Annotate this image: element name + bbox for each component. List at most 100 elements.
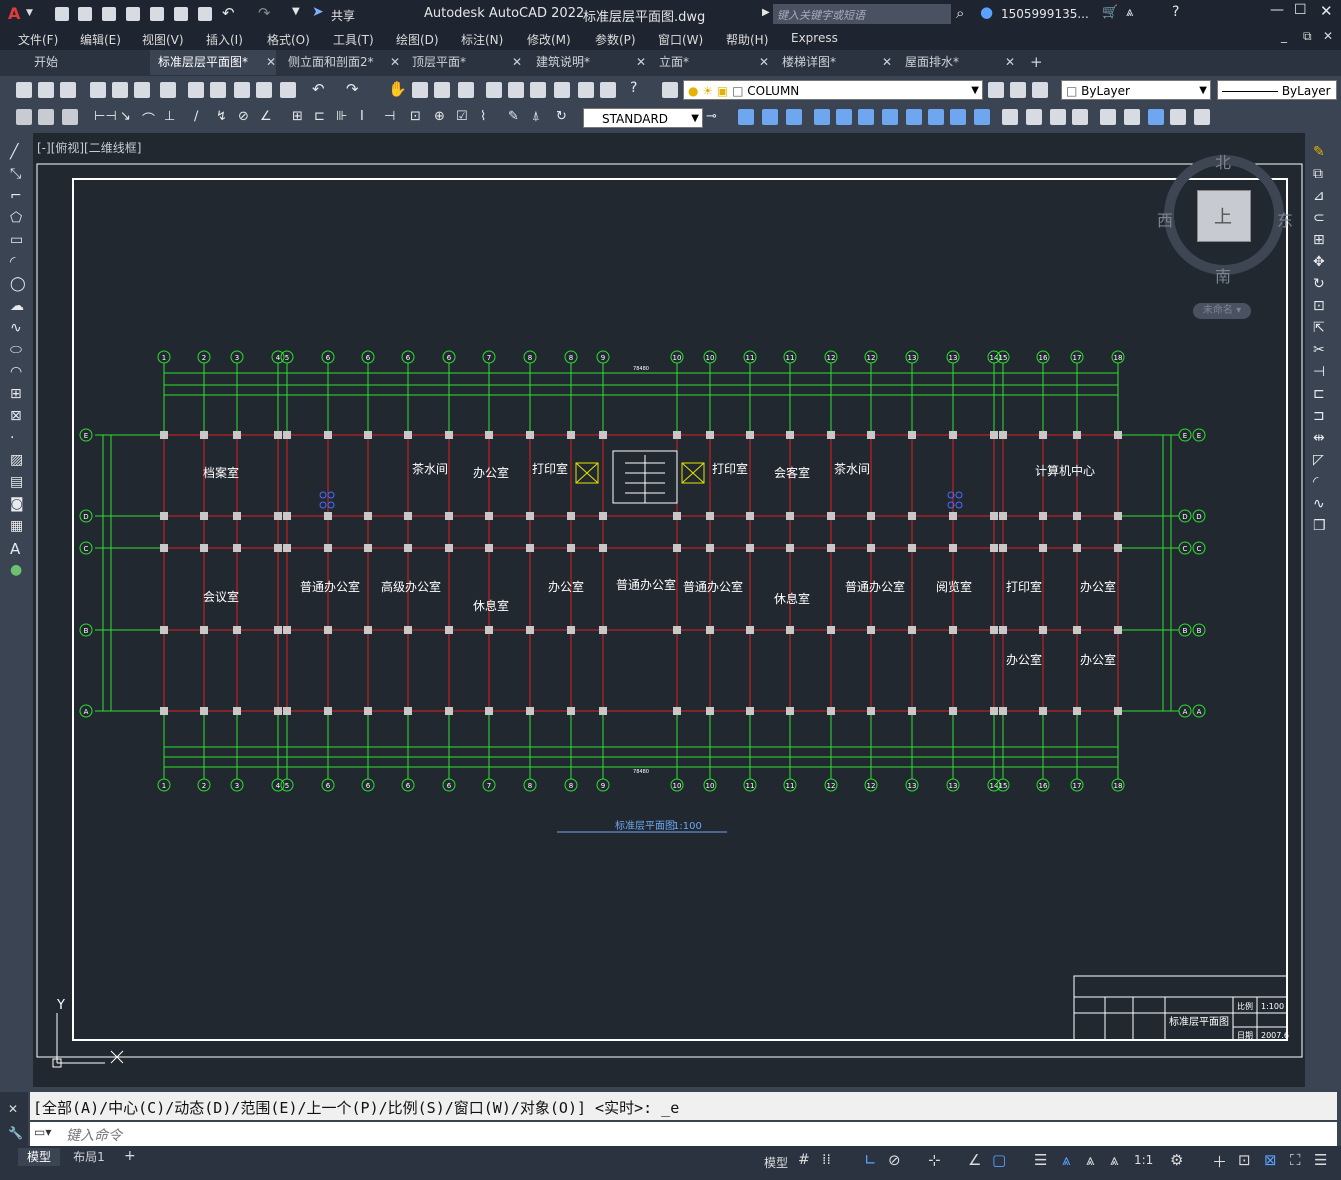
save-web-icon[interactable] [174, 7, 188, 21]
union-icon[interactable] [738, 109, 754, 125]
publish-icon[interactable] [134, 82, 150, 98]
grid-icon[interactable]: # [798, 1152, 810, 1168]
ellipse-arc-icon[interactable]: ◠ [10, 364, 22, 380]
menu-tools[interactable]: 工具(T) [333, 31, 374, 48]
model-space-button[interactable]: 模型 [764, 1154, 788, 1171]
help-icon[interactable]: ? [630, 80, 637, 96]
polyline-icon[interactable]: ⌐ [10, 188, 22, 204]
dim-aligned-tool-icon[interactable]: ↘ [120, 109, 131, 124]
region-icon[interactable]: ◙ [10, 496, 24, 512]
undo-icon[interactable]: ↶ [312, 80, 325, 98]
copy-edges-icon[interactable] [1002, 109, 1018, 125]
add-layout-icon[interactable]: + [124, 1148, 136, 1164]
quick-properties-icon[interactable]: ⊠ [1264, 1151, 1277, 1169]
tab-close-icon[interactable]: ✕ [1005, 50, 1015, 75]
layout-tab-model[interactable]: 模型 [18, 1148, 60, 1166]
ortho-icon[interactable]: ∟ [864, 1151, 877, 1169]
zoom-previous-icon[interactable] [458, 82, 474, 98]
isodraft-icon[interactable]: ⊹ [928, 1151, 941, 1169]
calculator-icon[interactable] [600, 82, 616, 98]
jogged-linear-icon[interactable]: ⌇ [480, 109, 486, 124]
zoom-realtime-icon[interactable] [412, 82, 428, 98]
inspection-icon[interactable]: ☑ [456, 109, 468, 124]
user-name[interactable]: 1505999135... [1001, 7, 1089, 21]
pan-icon[interactable]: ✋ [388, 80, 407, 98]
rotate-faces-icon[interactable] [906, 109, 922, 125]
customize-command-icon[interactable]: 🔧 [8, 1126, 23, 1140]
stretch-icon[interactable]: ⇱ [1313, 320, 1325, 336]
spline-icon[interactable]: ∿ [10, 320, 22, 336]
tab-roof-drainage[interactable]: 屋面排水* ✕ [897, 50, 1015, 75]
polar-icon[interactable]: ⊘ [888, 1151, 901, 1169]
drawing-viewport[interactable]: [-][俯视][二维线框] 78480 78480 112233445566666… [33, 133, 1305, 1087]
tab-start[interactable]: 开始 [26, 50, 144, 75]
dim-ordinate-icon[interactable]: ⊥ [164, 109, 175, 124]
color-select[interactable]: □ ByLayer ▼ [1061, 80, 1211, 100]
tab-close-icon[interactable]: ✕ [759, 50, 769, 75]
customize-qat-icon[interactable]: ▼ [292, 6, 300, 17]
plot-icon[interactable] [90, 82, 106, 98]
plot-preview-icon[interactable] [112, 82, 128, 98]
search-icon[interactable]: ⌕ [956, 4, 964, 22]
clean-screen-icon[interactable]: ⛶ [1290, 1151, 1301, 1169]
explode-icon[interactable]: ❒ [1313, 518, 1326, 534]
rectangle-icon[interactable]: ▭ [10, 232, 23, 248]
lightbulb-icon[interactable]: ● [688, 84, 698, 98]
wcs-menu[interactable]: 未命名 ▾ [1193, 303, 1251, 319]
erase-icon[interactable]: ✎ [1313, 144, 1325, 160]
separate-icon[interactable] [1100, 109, 1116, 125]
dim-continue-icon[interactable]: ⊪ [336, 109, 347, 124]
join-icon[interactable]: ⇹ [1313, 430, 1325, 446]
open-icon[interactable] [38, 82, 54, 98]
menu-express[interactable]: Express [791, 31, 838, 45]
dim-break-icon[interactable]: ⊣ [384, 109, 395, 124]
redo-icon[interactable]: ↷ [258, 4, 271, 22]
hatch-icon[interactable]: ▨ [10, 452, 23, 468]
floor-plan-canvas[interactable]: 7848078480 11223344556666666677888899101… [33, 133, 1305, 1087]
scale-icon[interactable]: ⊡ [1313, 298, 1325, 314]
text-style-select[interactable]: STANDARD ▼ [583, 108, 703, 128]
dim-aligned-icon[interactable] [62, 109, 78, 125]
help-icon[interactable]: ? [1172, 4, 1179, 20]
sheet-set-icon[interactable] [554, 82, 570, 98]
center-mark-icon[interactable]: ⊕ [434, 109, 445, 124]
user-icon[interactable]: ● [980, 3, 993, 21]
auto-scale-icon[interactable]: ⩓ [1086, 1151, 1094, 1169]
design-center-icon[interactable] [508, 82, 524, 98]
delete-faces-icon[interactable] [882, 109, 898, 125]
paste-icon[interactable] [234, 82, 250, 98]
menu-draw[interactable]: 绘图(D) [396, 31, 439, 48]
break-icon[interactable]: ⊐ [1313, 408, 1325, 424]
object-snap-icon[interactable]: ▢ [992, 1151, 1006, 1169]
units-icon[interactable]: ⊡ [1238, 1151, 1251, 1169]
menu-dimension[interactable]: 标注(N) [461, 31, 503, 48]
make-current-layer-icon[interactable] [988, 82, 1004, 98]
doc-close-icon[interactable]: ✕ [1323, 29, 1333, 43]
viewcube-east[interactable]: 东 [1277, 207, 1293, 231]
tab-stair-detail[interactable]: 楼梯详图* ✕ [774, 50, 892, 75]
move-faces-icon[interactable] [836, 109, 852, 125]
dim-baseline-icon[interactable]: ⊏ [314, 109, 325, 124]
dim-angular-icon[interactable]: ∠ [260, 109, 272, 124]
command-prompt-icon[interactable]: ▭▾ [34, 1125, 51, 1139]
layer-select[interactable]: ● ☀ ▣ □ COLUMN ▼ [683, 80, 983, 100]
extrude-faces-icon[interactable] [814, 109, 830, 125]
arc-icon[interactable]: ◜ [10, 254, 15, 270]
open-icon[interactable] [78, 7, 92, 21]
workspace-gear-icon[interactable]: ⚙ [1170, 1151, 1183, 1169]
menu-file[interactable]: 文件(F) [18, 31, 58, 48]
annotation-monitor-icon[interactable]: ＋ [1212, 1151, 1227, 1172]
lock-icon[interactable]: ▣ [717, 84, 728, 98]
revision-cloud-icon[interactable]: ☁ [10, 298, 24, 314]
imprint-icon[interactable] [1050, 109, 1066, 125]
dim-style-icon[interactable]: ⊸ [706, 109, 717, 124]
minimize-icon[interactable]: — [1270, 2, 1284, 18]
new-tab-icon[interactable]: + [1030, 53, 1043, 71]
table-icon[interactable]: ▦ [10, 518, 23, 534]
block-editor-icon[interactable] [280, 82, 296, 98]
dim-jogged-icon[interactable]: ↯ [216, 109, 227, 124]
ellipse-icon[interactable]: ⬭ [10, 342, 22, 358]
move-icon[interactable]: ✥ [1313, 254, 1325, 270]
circle-icon[interactable]: ◯ [10, 276, 26, 292]
mtext-icon[interactable]: A [10, 540, 20, 558]
